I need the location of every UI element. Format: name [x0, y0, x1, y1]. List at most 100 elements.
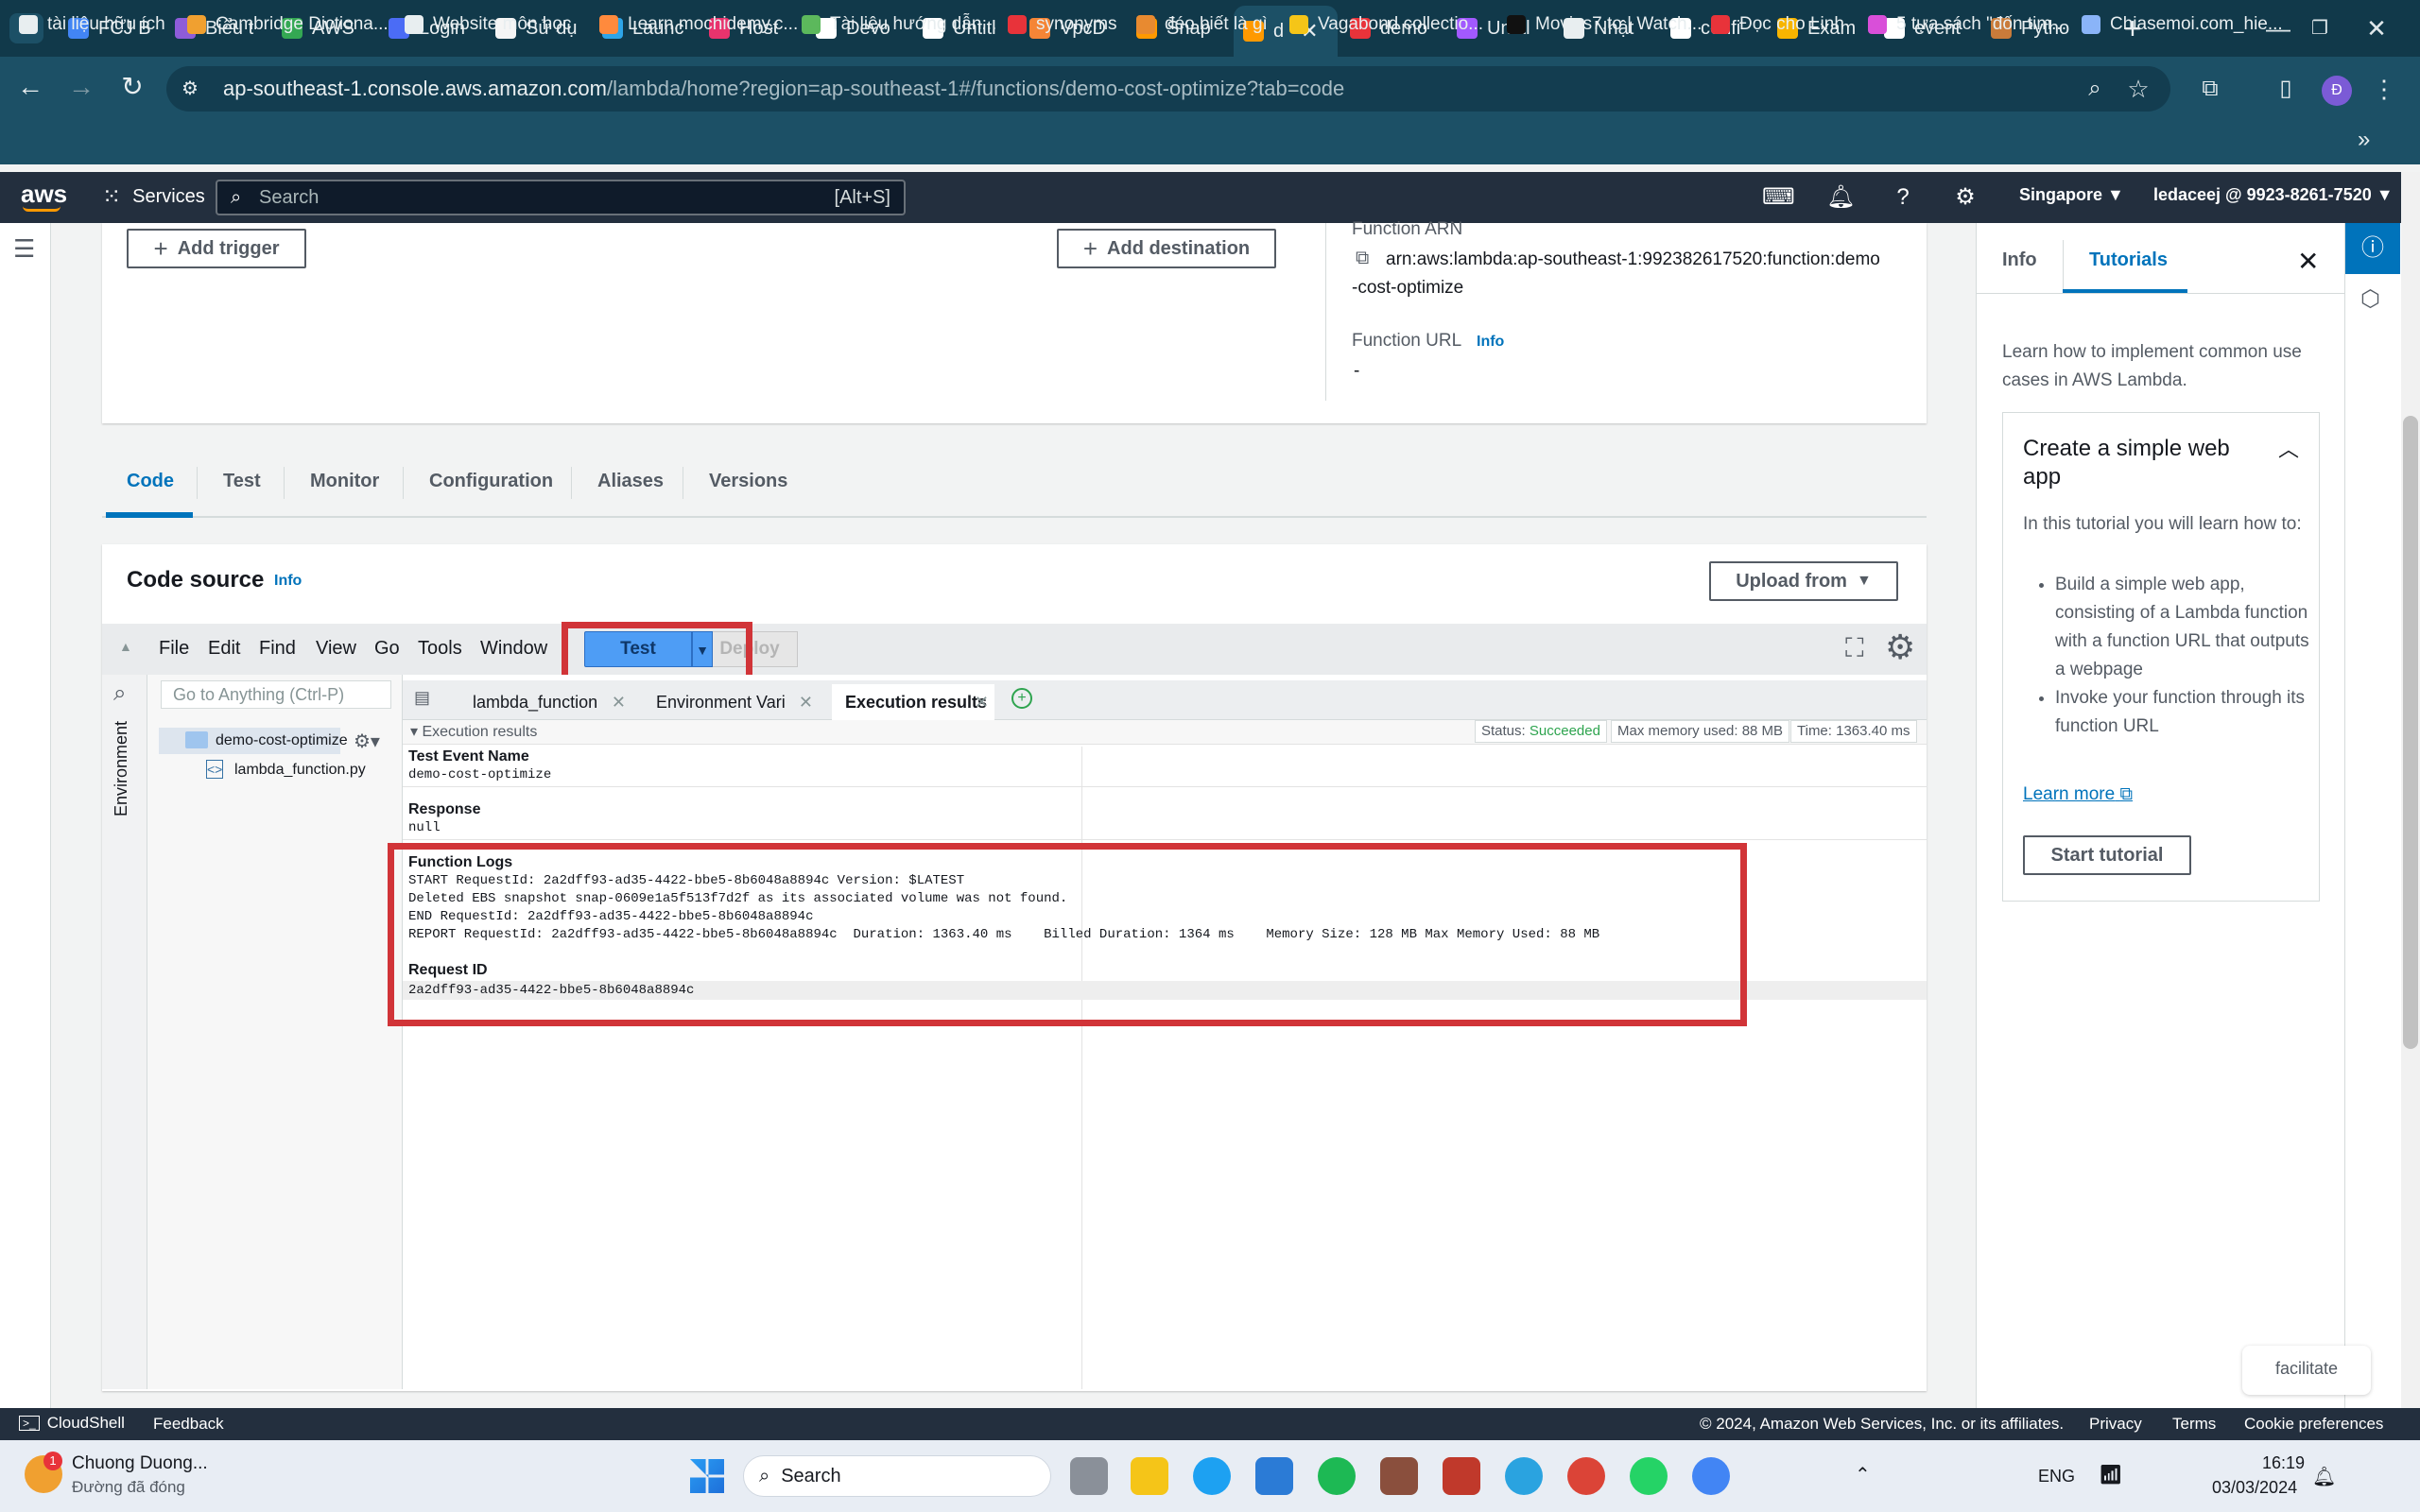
menu-view[interactable]: View: [316, 638, 356, 660]
collapse-chevron-icon[interactable]: ︿: [2278, 433, 2299, 463]
services-menu[interactable]: ⁙ Services: [102, 183, 205, 211]
taskbar-search[interactable]: ⌕ Search: [743, 1455, 1051, 1497]
tray-chevron-icon[interactable]: ⌃: [1855, 1463, 1871, 1486]
bookmark-item[interactable]: Website môn học: [405, 11, 571, 38]
editor-tabs-menu-icon[interactable]: ▤: [414, 688, 430, 708]
menu-window[interactable]: Window: [480, 638, 547, 660]
bookmarks-overflow-icon[interactable]: »: [2358, 127, 2370, 153]
extensions-icon[interactable]: ⧉: [2193, 72, 2227, 106]
reader-icon[interactable]: [1380, 1457, 1418, 1495]
site-info-icon[interactable]: ⚙: [182, 66, 199, 112]
region-selector[interactable]: Singapore ▼: [2019, 185, 2124, 205]
forward-icon[interactable]: →: [64, 70, 98, 104]
tab-code[interactable]: Code: [127, 471, 174, 492]
window-close-icon[interactable]: ✕: [2348, 8, 2405, 49]
learn-more-link[interactable]: Learn more ⧉: [2023, 784, 2133, 805]
clock-time[interactable]: 16:19: [2252, 1453, 2305, 1473]
execution-results-toggle[interactable]: ▾ Execution results: [410, 722, 537, 741]
bookmark-item[interactable]: Vagabond collectio...: [1289, 11, 1483, 38]
tab-monitor[interactable]: Monitor: [310, 471, 379, 492]
fullscreen-icon[interactable]: ⛶: [1845, 633, 1864, 664]
side-panel-icon[interactable]: ▯: [2269, 72, 2303, 106]
address-bar[interactable]: ⚙ ap-southeast-1.console.aws.amazon.com/…: [166, 66, 2170, 112]
close-editor-tab-icon[interactable]: ✕: [612, 684, 626, 720]
tray-language[interactable]: ENG: [2038, 1467, 2075, 1486]
settings-icon[interactable]: ⚙: [1951, 183, 1979, 212]
cloudshell-link[interactable]: >_ CloudShell: [19, 1414, 125, 1433]
cookie-preferences-link[interactable]: Cookie preferences: [2244, 1415, 2383, 1434]
copy-icon[interactable]: ⧉: [1356, 248, 1369, 269]
aws-search-input[interactable]: ⌕ Search [Alt+S]: [216, 180, 906, 215]
back-icon[interactable]: ←: [13, 70, 47, 104]
reload-icon[interactable]: ↻: [115, 70, 149, 104]
spotify-icon[interactable]: [1318, 1457, 1356, 1495]
bookmark-item[interactable]: Cambridge Dictiona...: [187, 11, 389, 38]
notification-name[interactable]: Chuong Duong...: [72, 1453, 208, 1474]
close-editor-tab-icon[interactable]: ✕: [799, 684, 813, 720]
notifications-icon[interactable]: 🔔︎: [1826, 183, 1855, 212]
account-menu[interactable]: ledaceej @ 9923-8261-7520 ▼: [2153, 185, 2394, 205]
add-tab-icon[interactable]: +: [1011, 688, 1032, 709]
editor-tab[interactable]: lambda_function ✕: [459, 684, 631, 720]
task-view-icon[interactable]: [1070, 1457, 1108, 1495]
terms-link[interactable]: Terms: [2172, 1415, 2216, 1434]
ide-search-icon[interactable]: ⌕: [113, 680, 126, 707]
restore-icon[interactable]: ❐: [2291, 8, 2348, 49]
goto-anything-input[interactable]: Go to Anything (Ctrl-P): [161, 680, 391, 709]
bookmark-item[interactable]: Movies7.to | Watch...: [1507, 11, 1702, 38]
tab-versions[interactable]: Versions: [709, 471, 787, 492]
privacy-link[interactable]: Privacy: [2089, 1415, 2142, 1434]
start-tutorial-button[interactable]: Start tutorial: [2023, 835, 2191, 875]
tree-settings-icon[interactable]: ⚙▾: [354, 730, 380, 753]
menu-file[interactable]: File: [159, 638, 189, 660]
cloudshell-icon[interactable]: ⌨: [1762, 183, 1795, 212]
scrollbar-thumb[interactable]: [2403, 416, 2418, 1049]
app-icon[interactable]: [1443, 1457, 1480, 1495]
close-editor-tab-icon[interactable]: ✕: [975, 684, 989, 720]
menu-go[interactable]: Go: [374, 638, 400, 660]
edge-icon[interactable]: [1193, 1457, 1231, 1495]
hamburger-menu-icon[interactable]: ☰: [13, 234, 35, 264]
zoom-icon[interactable]: ⌕: [2078, 72, 2112, 106]
telegram-icon[interactable]: [1505, 1457, 1543, 1495]
add-trigger-button[interactable]: + Add trigger: [127, 229, 306, 268]
store-icon[interactable]: [1255, 1457, 1293, 1495]
menu-edit[interactable]: Edit: [208, 638, 240, 660]
tab-aliases[interactable]: Aliases: [597, 471, 664, 492]
whatsapp-icon[interactable]: [1630, 1457, 1668, 1495]
help-tab-info[interactable]: Info: [2002, 249, 2037, 271]
clock-date[interactable]: 03/03/2024: [2212, 1478, 2297, 1498]
browser-menu-icon[interactable]: ⋮: [2367, 72, 2401, 106]
wifi-icon[interactable]: 📶︎: [2099, 1463, 2122, 1486]
editor-tab[interactable]: Environment Vari ✕: [643, 684, 819, 720]
tab-configuration[interactable]: Configuration: [429, 471, 553, 492]
upload-from-button[interactable]: Upload from ▼: [1709, 561, 1898, 601]
tab-test[interactable]: Test: [223, 471, 261, 492]
notification-bell-icon[interactable]: 🔔︎: [2312, 1465, 2336, 1488]
file-explorer-icon[interactable]: [1131, 1457, 1168, 1495]
menu-find[interactable]: Find: [259, 638, 296, 660]
environment-side-tab[interactable]: Environment: [112, 721, 131, 816]
bookmark-item[interactable]: Tài liệu hướng dẫn...: [802, 11, 996, 38]
chrome-profile-icon[interactable]: [1692, 1457, 1730, 1495]
menu-tools[interactable]: Tools: [418, 638, 462, 660]
collapse-caret-icon[interactable]: ▲: [119, 639, 132, 654]
bookmark-item[interactable]: synonyms: [1008, 11, 1117, 38]
help-icon[interactable]: ?: [1889, 183, 1917, 212]
bookmark-item[interactable]: Learn.mochidemy.c...: [599, 11, 798, 38]
bookmark-item[interactable]: Chiasemoi.com_hie...: [2082, 11, 2283, 38]
bookmark-item[interactable]: Đọc cho Linh: [1711, 11, 1844, 38]
bookmark-item[interactable]: đéo biết là gì: [1136, 11, 1268, 38]
editor-tab[interactable]: Execution results ✕: [832, 684, 994, 720]
feedback-link[interactable]: Feedback: [153, 1415, 224, 1434]
aws-logo[interactable]: aws: [21, 180, 67, 209]
chrome-icon[interactable]: [1567, 1457, 1605, 1495]
help-tab-tutorials[interactable]: Tutorials: [2089, 249, 2168, 271]
profile-avatar[interactable]: Đ: [2322, 76, 2352, 106]
bookmark-item[interactable]: tài liệu hữu ích: [19, 11, 165, 38]
file-name[interactable]: lambda_function.py: [234, 762, 366, 779]
function-url-info-link[interactable]: Info: [1477, 334, 1504, 351]
add-destination-button[interactable]: + Add destination: [1057, 229, 1276, 268]
code-source-info-link[interactable]: Info: [274, 573, 302, 590]
info-panel-icon[interactable]: ⓘ: [2345, 223, 2400, 274]
